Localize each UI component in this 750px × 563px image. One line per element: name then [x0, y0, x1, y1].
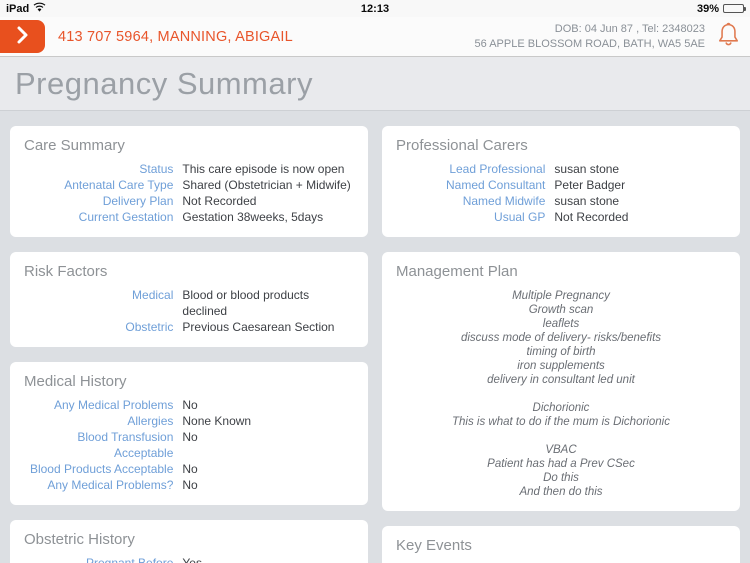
plan-line: timing of birth — [526, 346, 596, 358]
medical-history-row: Any Medical Problems No — [24, 397, 354, 413]
professional-carers-card: Professional Carers Lead Professional su… — [382, 126, 740, 237]
field-value: Not Recorded — [182, 194, 257, 208]
notifications-button[interactable] — [715, 20, 742, 53]
status-time: 12:13 — [360, 2, 390, 15]
field-value: No — [182, 430, 198, 444]
medical-history-row: Allergies None Known — [24, 413, 354, 429]
field-label[interactable]: Allergies — [24, 413, 182, 429]
field-value: This care episode is now open — [182, 162, 345, 176]
field-value: Not Recorded — [554, 210, 629, 224]
medical-history-row: Blood Transfusion Acceptable No — [24, 429, 354, 461]
header-bar: 413 707 5964, MANNING, ABIGAIL DOB: 04 J… — [0, 17, 750, 57]
risk-row-obstetric: Obstetric Previous Caesarean Section — [24, 319, 354, 335]
plan-line: leaflets — [542, 318, 580, 330]
field-value: No — [182, 462, 198, 476]
left-column: Care Summary Status This care episode is… — [10, 126, 368, 563]
patient-address: 56 APPLE BLOSSOM ROAD, BATH, WA5 5AE — [474, 37, 705, 50]
card-title: Management Plan — [396, 263, 518, 280]
battery-icon — [723, 4, 746, 13]
field-label[interactable]: Any Medical Problems? — [24, 477, 182, 493]
field-label[interactable]: Delivery Plan — [24, 193, 182, 209]
carer-row-named-consultant: Named Consultant Peter Badger — [396, 177, 726, 193]
patient-contact-block: DOB: 04 Jun 87 , Tel: 2348023 56 APPLE B… — [475, 22, 705, 52]
right-column: Professional Carers Lead Professional su… — [382, 126, 740, 563]
summary-content: Care Summary Status This care episode is… — [0, 111, 750, 563]
field-label[interactable]: Named Consultant — [396, 177, 554, 193]
obstetric-history-card: Obstetric History Pregnant Before Yes 20… — [10, 520, 368, 563]
plan-line: iron supplements — [517, 360, 605, 372]
patient-dob-tel: DOB: 04 Jun 87 , Tel: 2348023 — [554, 22, 705, 35]
field-value: No — [182, 398, 198, 412]
care-summary-row-status: Status This care episode is now open — [24, 161, 354, 177]
card-title: Obstetric History — [24, 531, 135, 548]
plan-line: And then do this — [519, 486, 603, 498]
field-label[interactable]: Usual GP — [396, 209, 554, 225]
field-value: Blood or blood products declined — [182, 288, 310, 318]
field-value: Previous Caesarean Section — [182, 320, 335, 334]
carer-row-usual-gp: Usual GP Not Recorded — [396, 209, 726, 225]
field-value: Peter Badger — [554, 178, 626, 192]
field-label[interactable]: Any Medical Problems — [24, 397, 182, 413]
plan-line: Do this — [543, 472, 579, 484]
risk-row-medical: Medical Blood or blood products declined — [24, 287, 354, 319]
chevron-right-icon — [16, 25, 29, 48]
carer-row-named-midwife: Named Midwife susan stone — [396, 193, 726, 209]
plan-line: Multiple Pregnancy — [512, 290, 610, 302]
card-title: Medical History — [24, 373, 127, 390]
care-summary-row-delivery-plan: Delivery Plan Not Recorded — [24, 193, 354, 209]
field-label[interactable]: Medical — [24, 287, 182, 319]
title-band: Pregnancy Summary — [0, 57, 750, 111]
medical-history-card: Medical History Any Medical Problems No … — [10, 362, 368, 505]
plan-line: Growth scan — [528, 304, 594, 316]
field-label[interactable]: Blood Products Acceptable — [24, 461, 182, 477]
obstetric-row-pregnant-before: Pregnant Before Yes — [24, 555, 354, 563]
bell-icon — [715, 20, 742, 53]
field-label[interactable]: Named Midwife — [396, 193, 554, 209]
card-title: Care Summary — [24, 137, 125, 154]
medical-history-row: Blood Products Acceptable No — [24, 461, 354, 477]
plan-line: This is what to do if the mum is Dichori… — [452, 416, 670, 428]
forward-nav-button[interactable] — [0, 20, 45, 53]
care-summary-row-antenatal-type: Antenatal Care Type Shared (Obstetrician… — [24, 177, 354, 193]
field-label[interactable]: Lead Professional — [396, 161, 554, 177]
management-plan-text: Multiple Pregnancy Growth scan leaflets … — [396, 289, 726, 499]
field-label[interactable]: Current Gestation — [24, 209, 182, 225]
field-label[interactable]: Status — [24, 161, 182, 177]
field-label[interactable]: Antenatal Care Type — [24, 177, 182, 193]
patient-banner[interactable]: 413 707 5964, MANNING, ABIGAIL — [58, 29, 293, 45]
card-title: Risk Factors — [24, 263, 108, 280]
status-bar: 12:13 iPad 39% — [0, 0, 750, 17]
plan-line — [396, 387, 726, 401]
key-events-card: Key Events Did Not Attend 15 June 2013 a… — [382, 526, 740, 563]
battery-percent: 39% — [696, 2, 719, 15]
card-title: Professional Carers — [396, 137, 528, 154]
plan-line: delivery in consultant led unit — [487, 374, 635, 386]
plan-line: Dichorionic — [532, 402, 590, 414]
carer-row-lead-professional: Lead Professional susan stone — [396, 161, 726, 177]
field-value: None Known — [182, 414, 252, 428]
plan-line: Patient has had a Prev CSec — [487, 458, 635, 470]
field-label[interactable]: Pregnant Before — [24, 555, 182, 563]
plan-line: VBAC — [545, 444, 577, 456]
risk-factors-card: Risk Factors Medical Blood or blood prod… — [10, 252, 368, 347]
field-value: Gestation 38weeks, 5days — [182, 210, 324, 224]
card-title: Key Events — [396, 537, 472, 554]
medical-history-row: Any Medical Problems? No — [24, 477, 354, 493]
field-value: Shared (Obstetrician + Midwife) — [182, 178, 351, 192]
field-value: No — [182, 478, 198, 492]
care-summary-row-gestation: Current Gestation Gestation 38weeks, 5da… — [24, 209, 354, 225]
field-label[interactable]: Blood Transfusion Acceptable — [24, 429, 182, 461]
care-summary-card: Care Summary Status This care episode is… — [10, 126, 368, 237]
field-value: susan stone — [554, 162, 620, 176]
field-value: susan stone — [554, 194, 620, 208]
management-plan-card: Management Plan Multiple Pregnancy Growt… — [382, 252, 740, 511]
plan-line — [396, 429, 726, 443]
field-label[interactable]: Obstetric — [24, 319, 182, 335]
plan-line: discuss mode of delivery- risks/benefits — [460, 332, 662, 344]
page-title: Pregnancy Summary — [15, 65, 313, 101]
field-value: Yes — [182, 556, 202, 563]
